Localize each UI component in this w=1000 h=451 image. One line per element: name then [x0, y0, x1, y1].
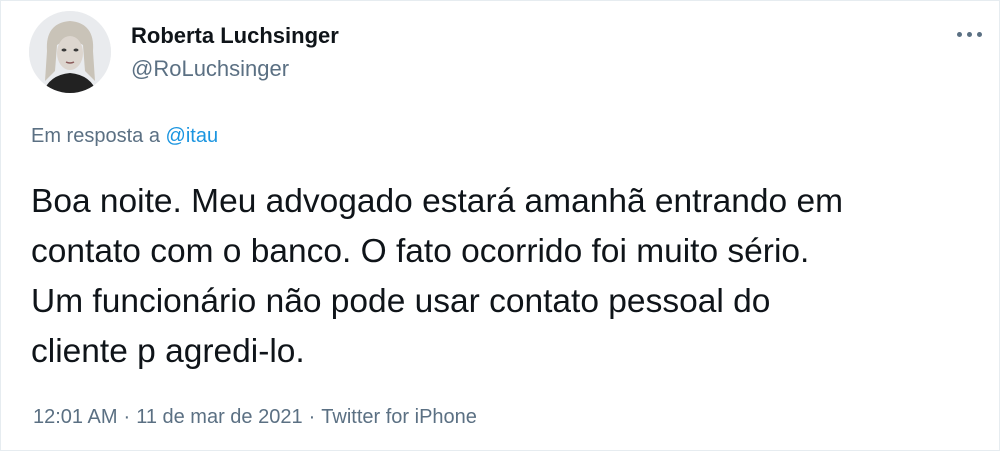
author-display-name[interactable]: Roberta Luchsinger: [131, 23, 339, 49]
reply-prefix: Em resposta a: [31, 125, 160, 147]
tweet-text-line: contato com o banco. O fato ocorrido foi…: [31, 233, 810, 270]
reply-context: Em resposta a @itau: [31, 125, 218, 148]
author-handle[interactable]: @RoLuchsinger: [131, 56, 289, 82]
tweet-source-link[interactable]: Twitter for iPhone: [321, 406, 477, 428]
more-options-button[interactable]: [951, 19, 987, 49]
tweet-date-link[interactable]: 11 de mar de 2021: [136, 406, 302, 428]
avatar-photo: [29, 11, 111, 93]
tweet-card: Roberta Luchsinger @RoLuchsinger Em resp…: [0, 0, 1000, 451]
tweet-metadata: 12:01 AM · 11 de mar de 2021 · Twitter for i…: [33, 406, 477, 429]
meta-separator: ·: [123, 406, 131, 428]
tweet-text-line: Um funcionário não pode usar contato pes…: [31, 283, 771, 320]
tweet-time-link[interactable]: 12:01 AM: [33, 406, 118, 428]
tweet-text-line: Boa noite. Meu advogado estará amanhã en…: [31, 183, 843, 220]
reply-mention-link[interactable]: @itau: [166, 125, 219, 147]
tweet-text-line: cliente p agredi-lo.: [31, 333, 305, 370]
tweet-text: Boa noite. Meu advogado estará amanhã en…: [31, 177, 981, 377]
meta-separator: ·: [308, 406, 316, 428]
avatar[interactable]: [29, 11, 111, 93]
